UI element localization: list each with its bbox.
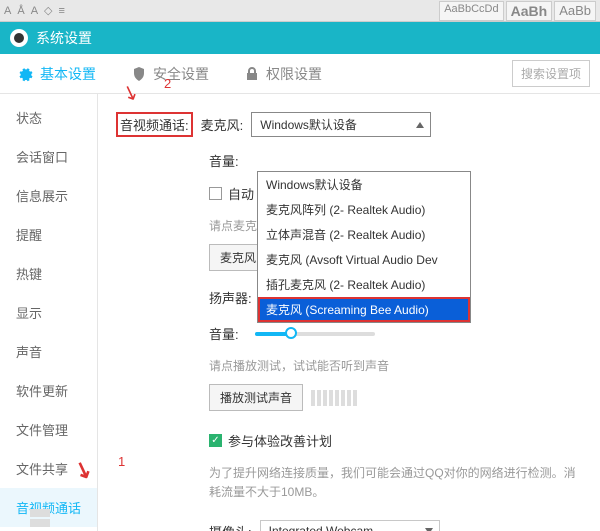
search-input[interactable]: 搜索设置项 (512, 60, 590, 87)
speaker-volume-slider[interactable] (255, 332, 375, 336)
auto-volume-label: 自动 (228, 184, 254, 203)
speaker-hint-text: 请点播放测试，试试能否听到声音 (209, 357, 584, 374)
style-preview: AaBbCcDd (439, 1, 503, 21)
sidebar-item-info-display[interactable]: 信息展示 (0, 176, 97, 215)
parent-app-toolbar: AÅA◇≡ AaBbCcDd AaBh AaBb (0, 0, 600, 22)
style-preview: AaBb (554, 1, 596, 21)
combo-value: Windows默认设备 (260, 118, 357, 132)
mic-dropdown: Windows默认设备 麦克风阵列 (2- Realtek Audio) 立体声… (257, 171, 471, 323)
camera-label: 摄像头: (209, 522, 252, 531)
mic-test-button[interactable]: 麦克风 (209, 244, 260, 271)
dropdown-item[interactable]: 麦克风 (Avsoft Virtual Audio Dev (258, 247, 470, 272)
tab-permission[interactable]: 权限设置 (244, 64, 322, 84)
mic-vol-label: 音量: (209, 151, 239, 170)
dropdown-item[interactable]: 插孔麦克风 (2- Realtek Audio) (258, 272, 470, 297)
combo-value: Integrated Webcam (269, 524, 374, 531)
lock-icon (244, 66, 260, 82)
settings-tabs: 基本设置 安全设置 权限设置 搜索设置项 (0, 54, 600, 94)
annotation-number: 2 (164, 76, 171, 91)
speaker-label: 扬声器: (209, 288, 252, 307)
speaker-test-button[interactable]: 播放测试声音 (209, 384, 303, 411)
sidebar-scroll[interactable] (30, 509, 50, 527)
window-title: 系统设置 (36, 28, 92, 48)
window-titlebar: 系统设置 (0, 22, 600, 54)
sidebar-item-chat-window[interactable]: 会话窗口 (0, 137, 97, 176)
dropdown-item-selected[interactable]: 麦克风 (Screaming Bee Audio) (258, 297, 470, 322)
tab-label: 基本设置 (40, 64, 96, 84)
app-icon (10, 29, 28, 47)
improve-checkbox[interactable] (209, 434, 222, 447)
slider-thumb[interactable] (285, 327, 297, 339)
tab-label: 权限设置 (266, 64, 322, 84)
sidebar-item-status[interactable]: 状态 (0, 98, 97, 137)
chevron-up-icon (416, 122, 424, 128)
vu-meter (311, 390, 357, 406)
auto-volume-checkbox[interactable] (209, 187, 222, 200)
sidebar-item-reminder[interactable]: 提醒 (0, 215, 97, 254)
style-preview: AaBh (506, 1, 553, 21)
sidebar-item-sound[interactable]: 声音 (0, 332, 97, 371)
sidebar: 状态 会话窗口 信息展示 提醒 热键 显示 声音 软件更新 文件管理 文件共享 … (0, 94, 98, 531)
section-label: 音视频通话: (116, 112, 193, 137)
improve-hint-text: 为了提升网络连接质量，我们可能会通过QQ对你的网络进行检测。消耗流量不大于10M… (209, 464, 584, 502)
sidebar-item-file-share[interactable]: 文件共享 (0, 449, 97, 488)
sidebar-item-file-mgmt[interactable]: 文件管理 (0, 410, 97, 449)
settings-panel: 音视频通话: 麦克风: Windows默认设备 Windows默认设备 麦克风阵… (98, 94, 600, 531)
mic-combobox[interactable]: Windows默认设备 (251, 112, 431, 137)
camera-combobox[interactable]: Integrated Webcam (260, 520, 440, 531)
tab-label: 安全设置 (153, 64, 209, 84)
sidebar-item-display[interactable]: 显示 (0, 293, 97, 332)
tab-basic[interactable]: 基本设置 (18, 64, 96, 84)
shield-icon (131, 66, 147, 82)
sidebar-item-hotkey[interactable]: 热键 (0, 254, 97, 293)
dropdown-item[interactable]: 麦克风阵列 (2- Realtek Audio) (258, 197, 470, 222)
speaker-vol-label: 音量: (209, 324, 239, 343)
dropdown-item[interactable]: 立体声混音 (2- Realtek Audio) (258, 222, 470, 247)
mic-label: 麦克风: (201, 115, 244, 134)
improve-label: 参与体验改善计划 (228, 431, 332, 450)
dropdown-item[interactable]: Windows默认设备 (258, 172, 470, 197)
gear-icon (18, 66, 34, 82)
sidebar-item-update[interactable]: 软件更新 (0, 371, 97, 410)
